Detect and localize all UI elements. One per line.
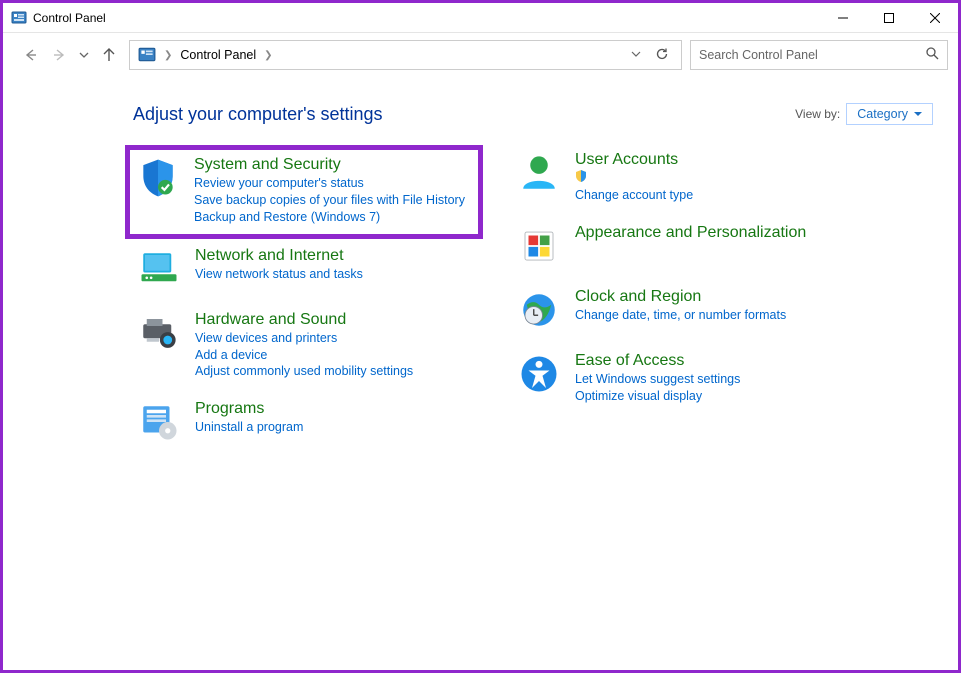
- category-programs: Programs Uninstall a program: [133, 394, 483, 458]
- search-box[interactable]: [690, 40, 948, 70]
- printer-camera-icon[interactable]: [137, 311, 181, 355]
- category-title[interactable]: Hardware and Sound: [195, 311, 413, 329]
- category-link[interactable]: Adjust commonly used mobility settings: [195, 363, 413, 380]
- category-link[interactable]: View devices and printers: [195, 330, 413, 347]
- category-clock-and-region: Clock and Region Change date, time, or n…: [513, 282, 863, 346]
- view-by-label: View by:: [795, 107, 840, 121]
- toolbar: ❯ Control Panel ❯: [3, 33, 958, 77]
- globe-monitor-icon[interactable]: [137, 247, 181, 291]
- category-link[interactable]: View network status and tasks: [195, 266, 363, 283]
- category-user-accounts: User Accounts Change account type: [513, 145, 863, 218]
- window-title: Control Panel: [33, 11, 106, 25]
- address-bar[interactable]: ❯ Control Panel ❯: [129, 40, 682, 70]
- view-by-select[interactable]: Category: [846, 103, 933, 125]
- category-link[interactable]: Let Windows suggest settings: [575, 371, 740, 388]
- personalization-icon[interactable]: [517, 224, 561, 268]
- category-ease-of-access: Ease of Access Let Windows suggest setti…: [513, 346, 863, 419]
- view-by-value: Category: [857, 107, 908, 121]
- category-title[interactable]: Clock and Region: [575, 288, 786, 306]
- control-panel-icon: [11, 10, 27, 26]
- category-link[interactable]: Optimize visual display: [575, 388, 740, 405]
- minimize-button[interactable]: [820, 3, 866, 32]
- category-network-and-internet: Network and Internet View network status…: [133, 241, 483, 305]
- category-link[interactable]: Backup and Restore (Windows 7): [194, 209, 465, 226]
- category-hardware-and-sound: Hardware and Sound View devices and prin…: [133, 305, 483, 395]
- user-icon[interactable]: [517, 151, 561, 195]
- back-button[interactable]: [23, 47, 39, 63]
- category-link[interactable]: Change account type: [575, 170, 693, 204]
- category-column-right: User Accounts Change account type Appear…: [513, 145, 863, 458]
- chevron-right-icon[interactable]: ❯: [164, 50, 172, 61]
- category-link[interactable]: Review your computer's status: [194, 175, 465, 192]
- clock-globe-icon[interactable]: [517, 288, 561, 332]
- category-title[interactable]: Appearance and Personalization: [575, 224, 806, 242]
- category-link[interactable]: Uninstall a program: [195, 419, 303, 436]
- programs-icon[interactable]: [137, 400, 181, 444]
- refresh-button[interactable]: [655, 47, 669, 64]
- category-title[interactable]: Programs: [195, 400, 303, 418]
- search-input[interactable]: [699, 48, 925, 62]
- category-title[interactable]: Ease of Access: [575, 352, 740, 370]
- forward-button[interactable]: [51, 47, 67, 63]
- window-controls: [820, 3, 958, 32]
- uac-shield-icon: [575, 170, 690, 187]
- category-appearance-and-personalization: Appearance and Personalization: [513, 218, 863, 282]
- nav-arrows: [13, 47, 121, 63]
- search-icon[interactable]: [925, 46, 939, 65]
- page-title: Adjust your computer's settings: [133, 104, 383, 125]
- address-dropdown-button[interactable]: [631, 49, 641, 62]
- titlebar: Control Panel: [3, 3, 958, 33]
- shield-icon[interactable]: [136, 156, 180, 200]
- category-system-and-security: System and Security Review your computer…: [125, 145, 483, 239]
- maximize-button[interactable]: [866, 3, 912, 32]
- category-title[interactable]: Network and Internet: [195, 247, 363, 265]
- category-title[interactable]: System and Security: [194, 156, 465, 174]
- category-link[interactable]: Save backup copies of your files with Fi…: [194, 192, 465, 209]
- breadcrumb[interactable]: Control Panel: [180, 48, 256, 62]
- close-button[interactable]: [912, 3, 958, 32]
- view-by-control: View by: Category: [795, 103, 933, 125]
- category-title[interactable]: User Accounts: [575, 151, 693, 169]
- accessibility-icon[interactable]: [517, 352, 561, 396]
- content-area: Adjust your computer's settings View by:…: [3, 77, 958, 670]
- recent-locations-button[interactable]: [79, 50, 89, 60]
- chevron-down-icon: [914, 110, 922, 118]
- category-link[interactable]: Add a device: [195, 347, 413, 364]
- category-column-left: System and Security Review your computer…: [133, 145, 483, 458]
- control-panel-address-icon: [138, 46, 156, 64]
- category-link[interactable]: Change date, time, or number formats: [575, 307, 786, 324]
- chevron-right-icon[interactable]: ❯: [264, 50, 272, 61]
- up-button[interactable]: [101, 47, 117, 63]
